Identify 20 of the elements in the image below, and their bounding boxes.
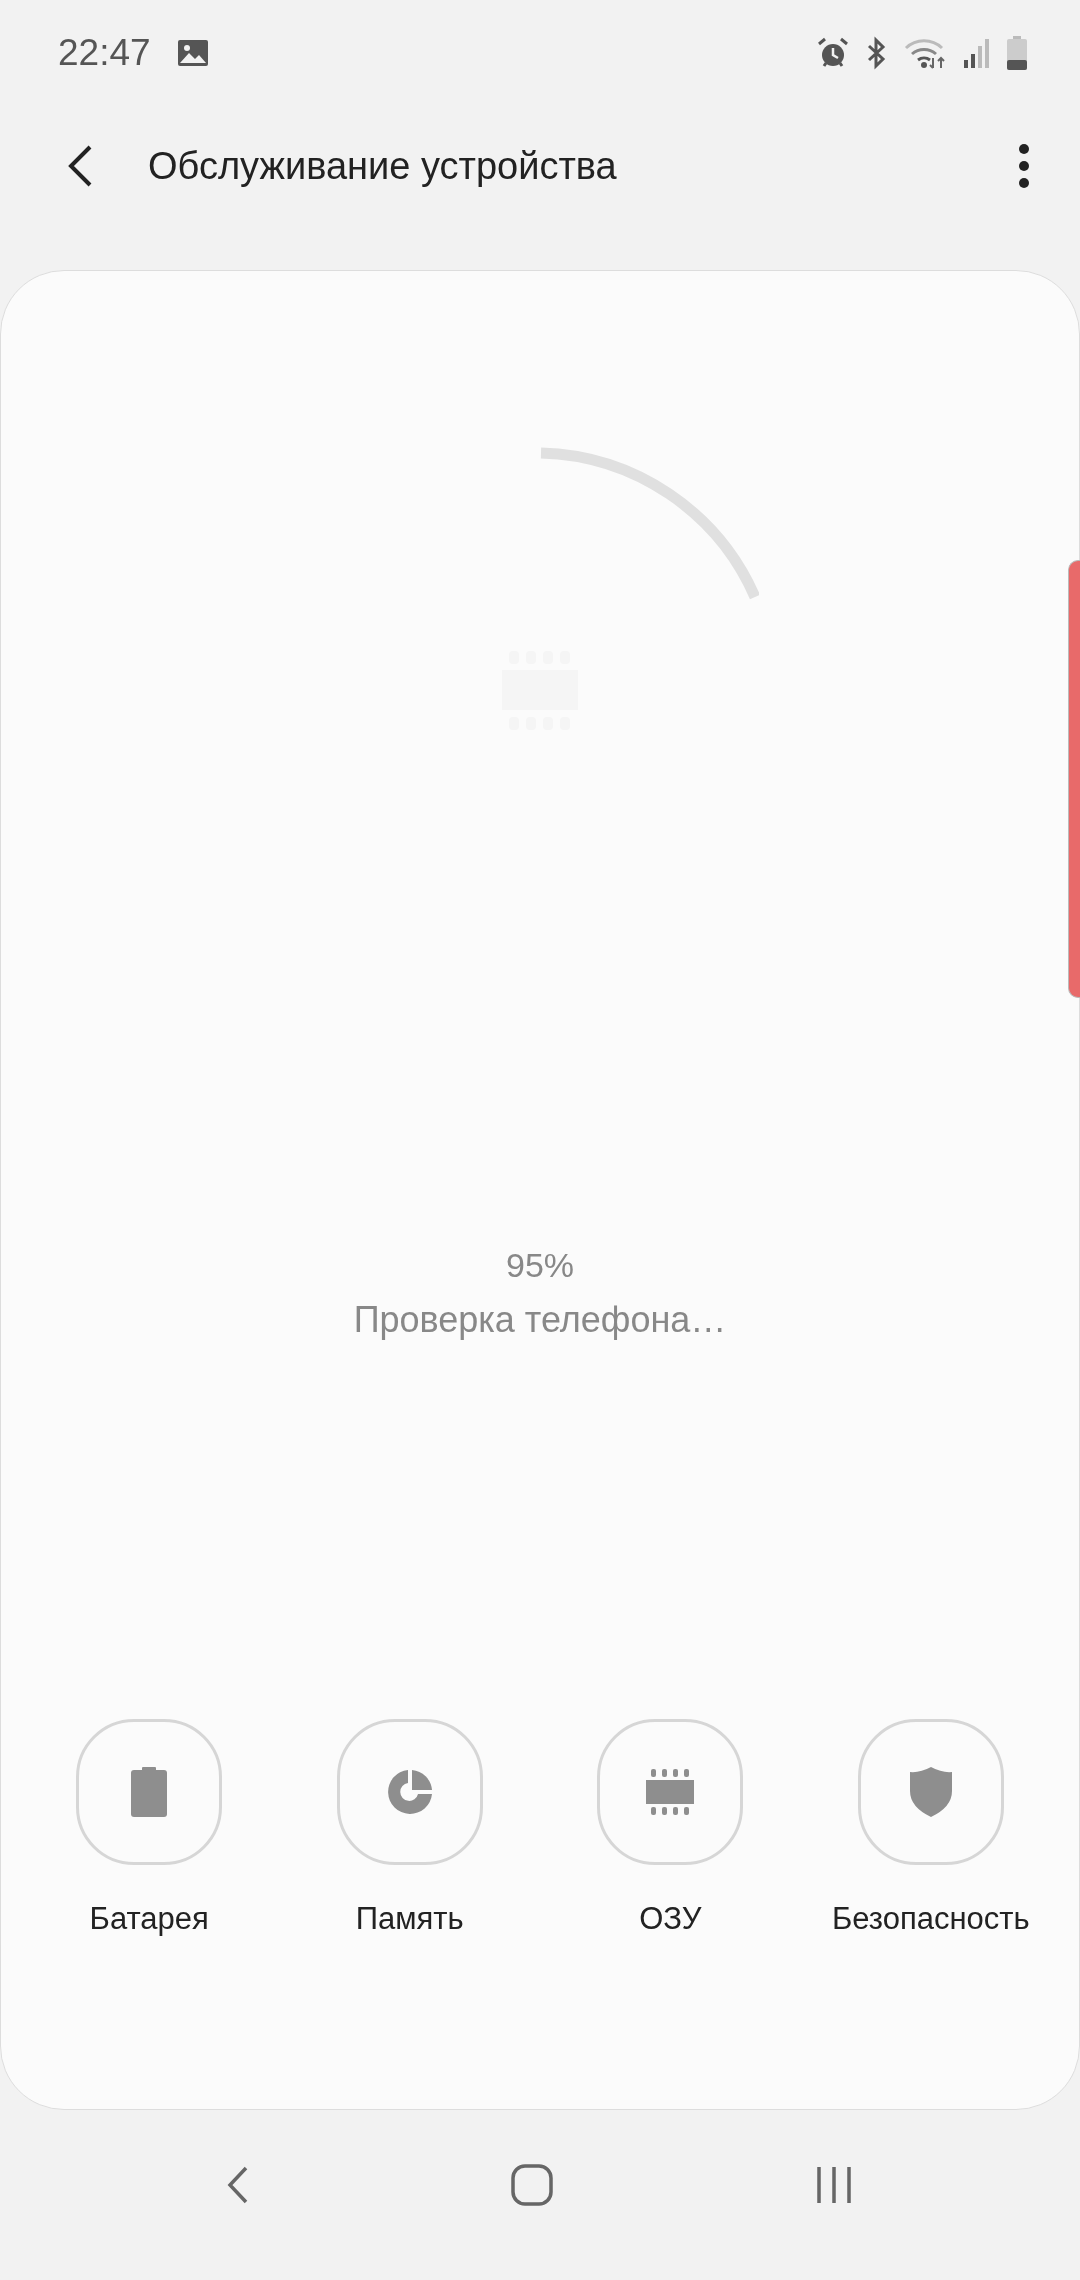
more-options-icon — [1018, 143, 1030, 189]
image-icon — [176, 39, 209, 67]
recent-apps-icon — [814, 2165, 854, 2205]
screen-title: Обслуживание устройства — [148, 144, 617, 188]
status-time: 22:47 — [58, 32, 151, 74]
scan-status: Проверка телефона… — [353, 1299, 727, 1341]
category-label: ОЗУ — [639, 1901, 702, 1937]
category-label: Память — [355, 1901, 464, 1937]
category-label: Батарея — [89, 1901, 209, 1937]
chip-icon — [646, 1768, 695, 1816]
battery-icon — [131, 1767, 168, 1817]
edge-panel-handle[interactable] — [1068, 560, 1080, 998]
scan-percent: 95% — [505, 1246, 575, 1285]
home-icon — [510, 2163, 554, 2207]
category-label: Безопасность — [831, 1901, 1030, 1937]
pie-chart-icon — [385, 1768, 434, 1816]
back-icon — [226, 2165, 250, 2205]
battery-icon — [1006, 35, 1028, 71]
signal-icon — [962, 36, 992, 70]
shield-icon — [909, 1767, 952, 1817]
